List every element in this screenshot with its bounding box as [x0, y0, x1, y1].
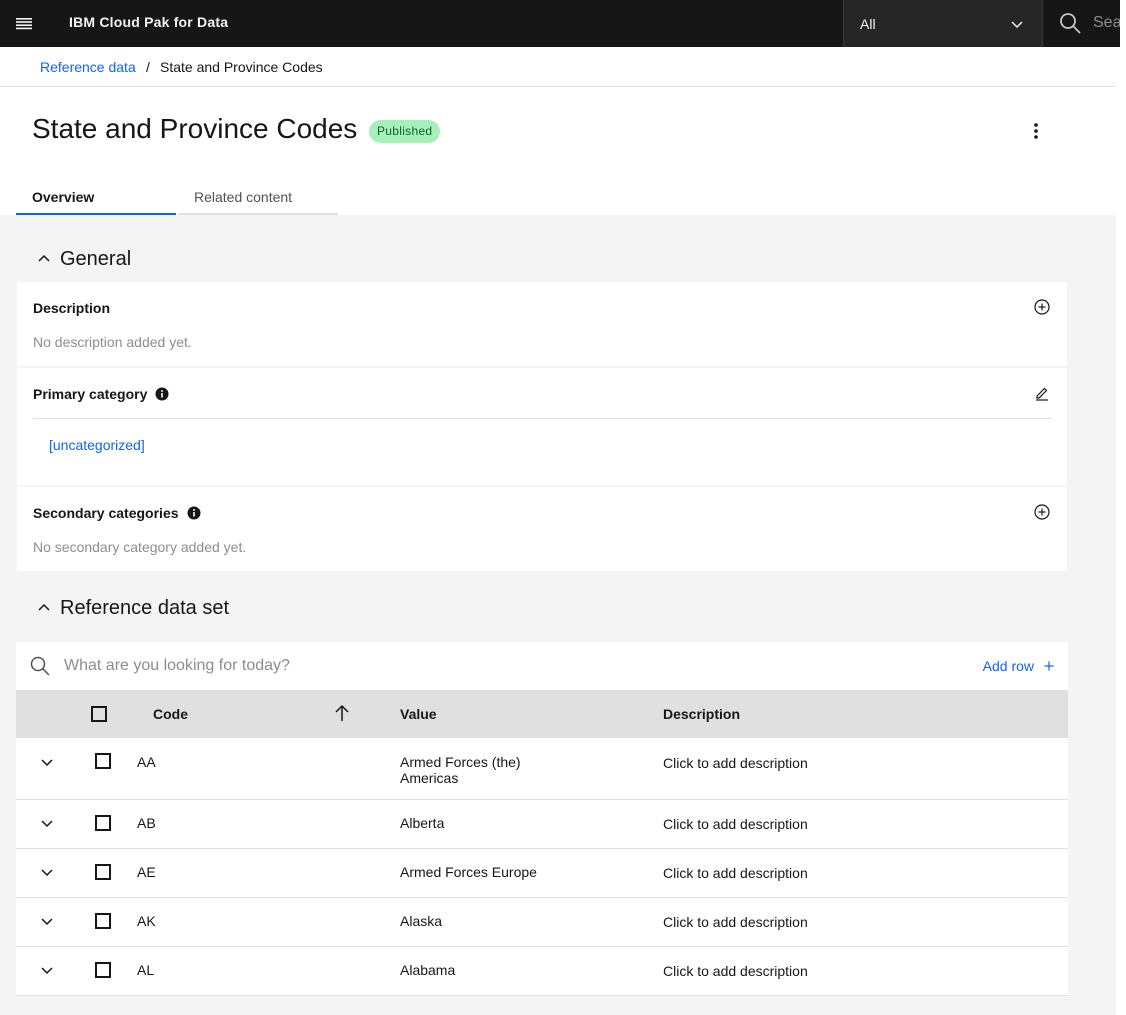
add-secondary-category-button[interactable]	[1033, 503, 1051, 521]
column-header-value[interactable]: Value	[400, 706, 437, 722]
add-circle-icon	[1034, 299, 1050, 315]
expand-row-button[interactable]	[38, 912, 56, 930]
chevron-down-icon	[41, 759, 53, 767]
breadcrumb-reference-data-link[interactable]: Reference data	[40, 59, 136, 75]
add-description-button[interactable]	[1033, 298, 1051, 316]
chevron-down-icon	[1011, 21, 1023, 29]
add-circle-icon	[1034, 504, 1050, 520]
search-icon	[30, 656, 50, 676]
row-checkbox[interactable]	[95, 815, 111, 831]
reference-data-set-section-toggle[interactable]: Reference data set	[32, 596, 229, 620]
chevron-down-icon	[41, 869, 53, 877]
select-all-checkbox[interactable]	[91, 706, 107, 722]
reference-data-set-heading: Reference data set	[60, 596, 229, 619]
column-header-code[interactable]: Code	[153, 706, 188, 722]
global-search-placeholder: Search	[1093, 14, 1120, 31]
table-row[interactable]: AB Alberta Click to add description	[16, 800, 1068, 849]
cell-description[interactable]: Click to add description	[663, 963, 808, 979]
information-icon[interactable]	[155, 387, 169, 401]
expand-row-button[interactable]	[38, 814, 56, 832]
secondary-categories-label: Secondary categories	[33, 505, 201, 521]
hamburger-icon	[16, 17, 32, 29]
cell-code: AB	[137, 815, 156, 831]
primary-category-label-text: Primary category	[33, 386, 148, 402]
add-icon	[1044, 661, 1054, 671]
row-checkbox[interactable]	[95, 913, 111, 929]
edit-pencil-icon	[1036, 387, 1048, 401]
tab-overview[interactable]: Overview	[16, 180, 176, 215]
information-icon[interactable]	[187, 506, 201, 520]
table-row[interactable]: AA Armed Forces (the) Americas Click to …	[16, 738, 1068, 800]
cell-value: Alabama	[400, 962, 456, 978]
table-search-input[interactable]: What are you looking for today?	[64, 657, 290, 675]
search-scope-value: All	[860, 16, 876, 32]
chevron-down-icon	[41, 967, 53, 975]
cell-description[interactable]: Click to add description	[663, 865, 808, 881]
description-empty-text: No description added yet.	[33, 334, 192, 350]
breadcrumb-current: State and Province Codes	[160, 59, 323, 75]
cell-code: AL	[137, 962, 155, 978]
search-scope-dropdown[interactable]: All	[843, 0, 1042, 47]
cell-value: Alaska	[400, 913, 443, 929]
column-header-description[interactable]: Description	[663, 706, 740, 722]
product-name[interactable]: IBM Cloud Pak for Data	[69, 14, 228, 30]
overflow-menu-button[interactable]	[1024, 119, 1048, 143]
top-header-bar: IBM Cloud Pak for Data All Search	[0, 0, 1120, 47]
cell-value: Armed Forces Europe	[400, 864, 537, 880]
secondary-categories-card: Secondary categories No secondary catego…	[17, 487, 1067, 571]
row-checkbox[interactable]	[95, 753, 111, 769]
add-row-button[interactable]: Add row	[983, 658, 1054, 674]
primary-category-link[interactable]: [uncategorized]	[49, 437, 145, 453]
cell-code: AK	[137, 913, 156, 929]
tab-related-content[interactable]: Related content	[178, 180, 338, 215]
cell-description[interactable]: Click to add description	[663, 755, 808, 771]
chevron-up-icon	[32, 596, 56, 620]
cell-value: Armed Forces (the) Americas	[400, 754, 521, 786]
table-toolbar: What are you looking for today? Add row	[16, 642, 1068, 690]
row-checkbox[interactable]	[95, 962, 111, 978]
cell-value: Alberta	[400, 815, 445, 831]
chevron-up-icon	[32, 247, 56, 271]
overflow-menu-vertical-icon	[1034, 123, 1038, 139]
add-row-label: Add row	[982, 658, 1034, 674]
description-card: Description No description added yet.	[17, 282, 1067, 366]
primary-category-label: Primary category	[33, 386, 169, 402]
page-title: State and Province Codes	[32, 113, 358, 144]
cell-description[interactable]: Click to add description	[663, 816, 808, 832]
cell-description[interactable]: Click to add description	[663, 914, 808, 930]
breadcrumb: Reference data / State and Province Code…	[0, 47, 1116, 87]
general-section-toggle[interactable]: General	[32, 247, 131, 271]
primary-category-divider	[33, 418, 1051, 419]
breadcrumb-separator: /	[146, 59, 150, 75]
chevron-down-icon	[41, 918, 53, 926]
search-icon	[1060, 13, 1081, 34]
table-header-row: Code Value Description	[16, 690, 1068, 738]
table-row[interactable]: AK Alaska Click to add description	[16, 898, 1068, 947]
chevron-down-icon	[41, 820, 53, 828]
description-label: Description	[33, 300, 110, 316]
row-checkbox[interactable]	[95, 864, 111, 880]
expand-row-button[interactable]	[38, 753, 56, 771]
description-label-text: Description	[33, 300, 111, 316]
expand-row-button[interactable]	[38, 863, 56, 881]
cell-code: AE	[137, 864, 156, 880]
global-search-field[interactable]: Search	[1042, 0, 1120, 47]
cell-code: AA	[137, 754, 156, 770]
table-row[interactable]: AL Alabama Click to add description	[16, 947, 1068, 996]
general-section-heading: General	[60, 247, 132, 270]
edit-primary-category-button[interactable]	[1033, 384, 1051, 402]
secondary-categories-label-text: Secondary categories	[33, 505, 179, 521]
primary-category-card: Primary category [uncategorized]	[17, 368, 1067, 485]
expand-row-button[interactable]	[38, 961, 56, 979]
hamburger-menu-button[interactable]	[0, 0, 48, 47]
sort-ascending-icon[interactable]	[334, 704, 350, 722]
status-badge: Published	[369, 120, 441, 143]
secondary-categories-empty-text: No secondary category added yet.	[33, 539, 247, 555]
table-row[interactable]: AE Armed Forces Europe Click to add desc…	[16, 849, 1068, 898]
